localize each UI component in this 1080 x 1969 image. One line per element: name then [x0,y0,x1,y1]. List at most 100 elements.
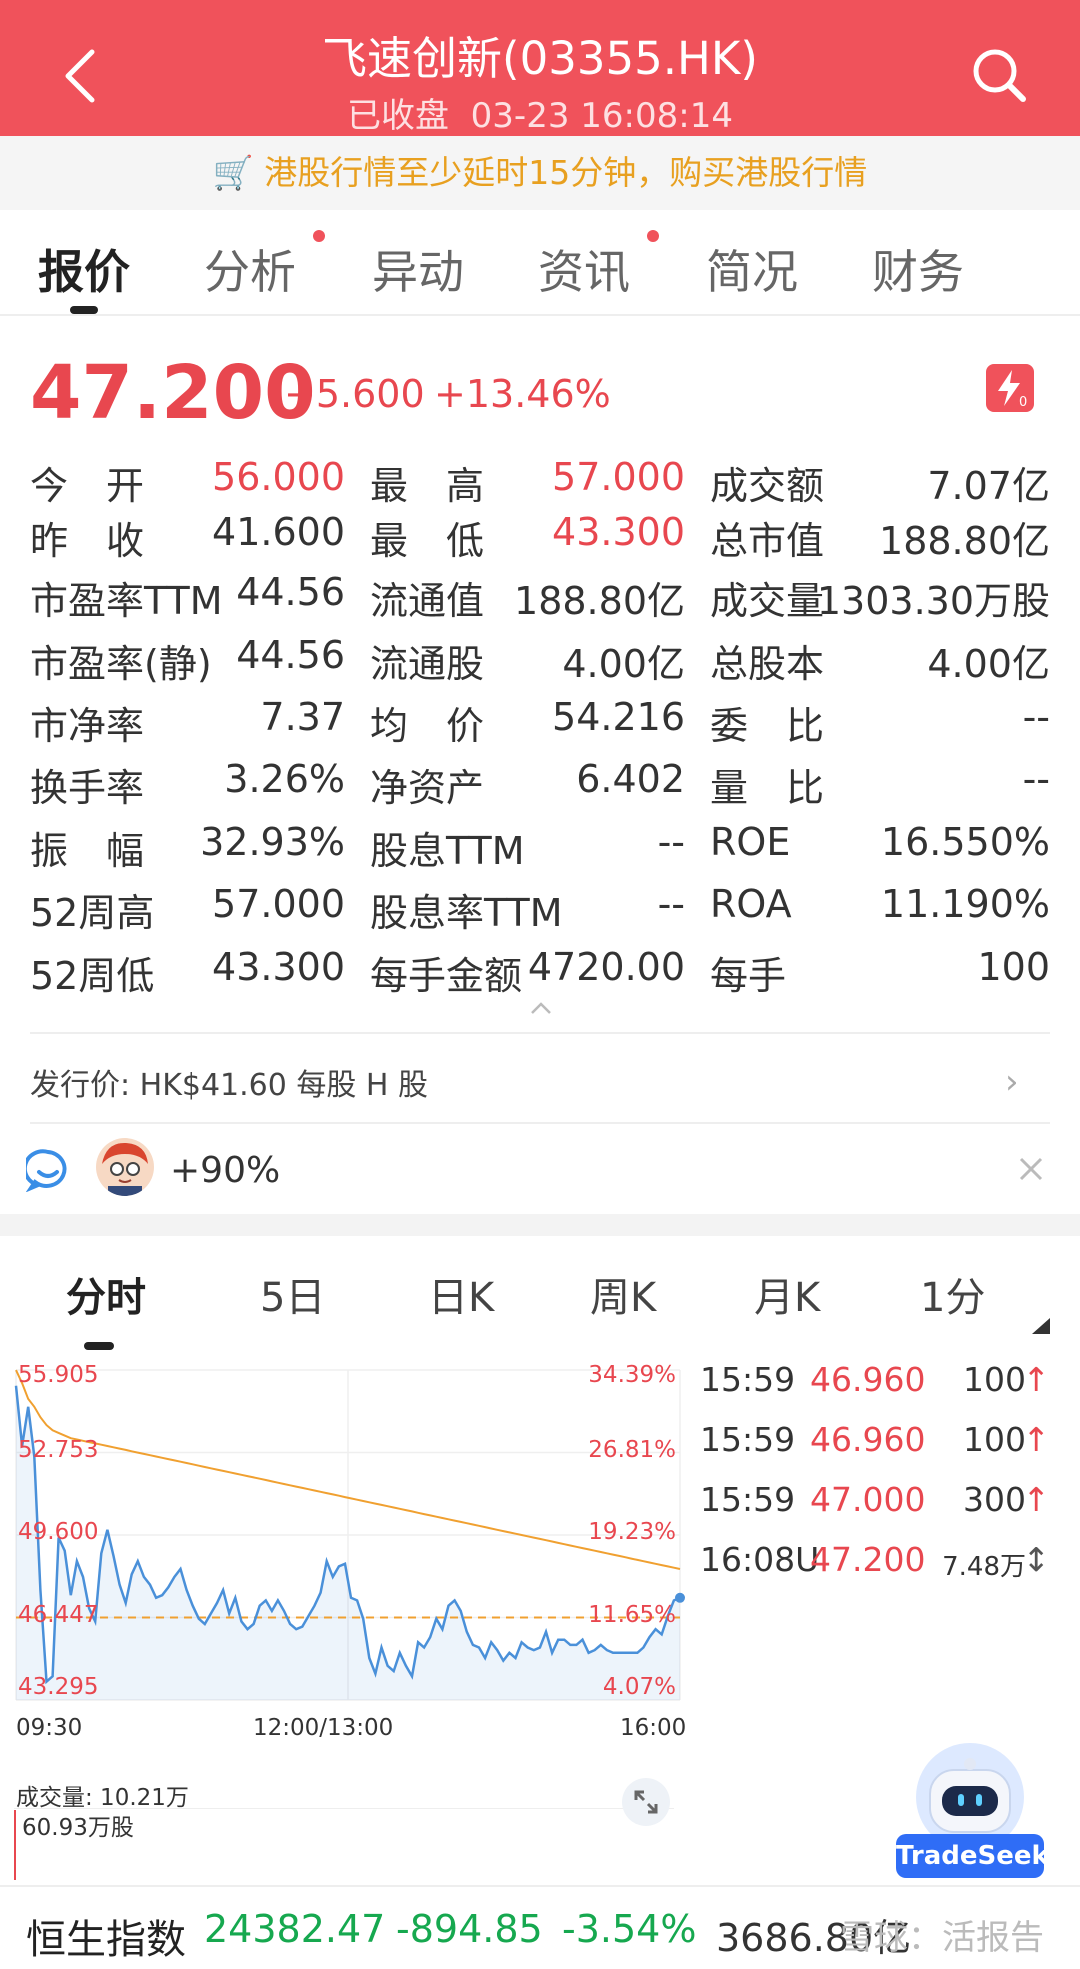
stat-value: 4.00亿 [927,642,1050,686]
chart-tab-1min[interactable]: 1分 [920,1265,985,1323]
status-datetime: 03-23 16:08:14 [470,96,733,136]
y-axis-label: 55.905 [18,1362,99,1388]
y-axis-pct-label: 34.39% [588,1362,676,1388]
intraday-chart[interactable] [0,1350,690,1730]
stat-label: 昨 收 [30,519,145,563]
stat-label: 委 比 [710,704,825,748]
tab-news[interactable]: 资讯 [538,236,630,302]
issue-price-text[interactable]: 发行价: HK$41.60 每股 H 股 [30,1060,428,1104]
watermark: 雪球：活报告 [840,1918,1044,1958]
stat-label: 每手 [710,954,787,998]
tab-quote[interactable]: 报价 [38,236,130,302]
chart-tab-daily-k[interactable]: 日K [428,1265,494,1323]
stat-label: ROE [710,820,791,864]
page-title: 飞速创新(03355.HK) [322,32,758,85]
stat-value: 41.600 [212,510,345,554]
volume-max: 60.93万股 [22,1815,134,1841]
index-change-pct: -3.54% [562,1907,697,1951]
y-axis-pct-label: 26.81% [588,1436,676,1463]
tab-finance[interactable]: 财务 [872,236,964,302]
y-axis-label: 52.753 [18,1436,99,1463]
stat-label: 每手金额 [370,954,523,998]
stat-value: 7.37 [260,695,345,739]
stat-label: 总市值 [710,519,825,563]
main-tabs: 报价 分析 异动 资讯 简况 财务 [0,212,1080,316]
stat-label: 股息率TTM [370,891,563,935]
chart-tab-intraday[interactable]: 分时 [66,1265,146,1323]
stat-label: 今 开 [30,464,145,508]
tradeseek-label: TradeSeek [896,1834,1049,1878]
stat-label: 市净率 [30,704,145,748]
delay-notice[interactable]: 🛒 港股行情至少延时15分钟，购买港股行情 [0,136,1080,210]
tick-volume: 7.48万 [942,1552,1026,1582]
stat-value: 4.00亿 [562,642,685,686]
stat-label: 最 低 [370,519,485,563]
chat-bubble-icon[interactable] [26,1148,70,1192]
stat-value: 57.000 [212,882,345,926]
tick-price: 46.960 [810,1420,926,1459]
stat-value: -- [1022,757,1050,801]
stat-value: 44.56 [236,633,345,677]
tradeseek-button[interactable]: TradeSeek [890,1742,1050,1882]
tab-movement[interactable]: 异动 [372,236,464,302]
stat-label: 量 比 [710,766,825,810]
tab-news-dot [647,230,659,242]
divider [30,1122,1050,1124]
header-bar: 飞速创新(03355.HK) 已收盘 03-23 16:08:14 [0,0,1080,136]
expand-icon [634,1790,658,1814]
tab-analysis[interactable]: 分析 [204,236,296,302]
fullscreen-button[interactable] [622,1778,670,1826]
search-icon[interactable] [968,44,1030,106]
market-status: 已收盘 03-23 16:08:14 [0,88,1080,137]
stat-value: 56.000 [212,455,345,499]
status-text: 已收盘 [347,96,450,136]
stat-value: 6.402 [576,757,685,801]
collapse-chevron-icon[interactable] [530,1000,552,1019]
stat-value: -- [1022,695,1050,739]
stat-label: 换手率 [30,766,145,810]
avatar[interactable] [96,1138,154,1196]
tick-direction-icon: ↕ [1022,1540,1050,1579]
stat-value: 100 [977,945,1050,989]
chart-tab-indicator [84,1342,114,1350]
sentiment-text: +90% [170,1150,281,1191]
section-gap [0,1214,1080,1236]
close-icon[interactable] [1018,1156,1044,1182]
tick-direction-icon: ↑ [1022,1420,1050,1459]
flash-trade-button[interactable]: 0 [986,364,1034,412]
price-change: +5.600 [284,372,425,416]
stat-value: 11.190% [880,882,1050,926]
tab-profile[interactable]: 简况 [706,236,798,302]
chart-tab-5day[interactable]: 5日 [260,1265,325,1323]
stat-label: 股息TTM [370,829,525,873]
tab-indicator [70,306,98,314]
stat-value: 7.07亿 [927,464,1050,508]
tick-time: 15:59 [700,1480,796,1519]
tick-row: 15:59 47.000 300 ↑ [700,1480,1050,1530]
index-value: 24382.47 [204,1907,386,1951]
stat-label: ROA [710,882,792,926]
tick-volume: 100 [963,1420,1026,1459]
tick-volume: 100 [963,1360,1026,1399]
chevron-right-icon[interactable]: › [1005,1062,1019,1102]
stat-label: 52周低 [30,954,155,998]
tick-row: 15:59 46.960 100 ↑ [700,1420,1050,1470]
y-axis-label: 43.295 [18,1674,99,1700]
volume-grid [14,1808,674,1809]
stat-label: 最 高 [370,464,485,508]
svg-text:0: 0 [1019,395,1027,410]
time-label-close: 16:00 [620,1715,687,1741]
stat-value: 16.550% [880,820,1050,864]
volume-label: 成交量: 10.21万 [16,1785,189,1811]
stat-label: 均 价 [370,704,485,748]
tick-time: 16:08U [700,1540,820,1579]
stat-value: 32.93% [200,820,345,864]
chart-tab-monthly-k[interactable]: 月K [754,1265,820,1323]
chart-tab-weekly-k[interactable]: 周K [590,1265,656,1323]
tick-direction-icon: ↑ [1022,1480,1050,1519]
index-name: 恒生指数 [26,1917,186,1963]
y-axis-label: 49.600 [18,1519,99,1545]
expand-corner-icon[interactable] [1032,1318,1050,1334]
stat-value: 3.26% [224,757,345,801]
index-change: -894.85 [396,1907,543,1951]
